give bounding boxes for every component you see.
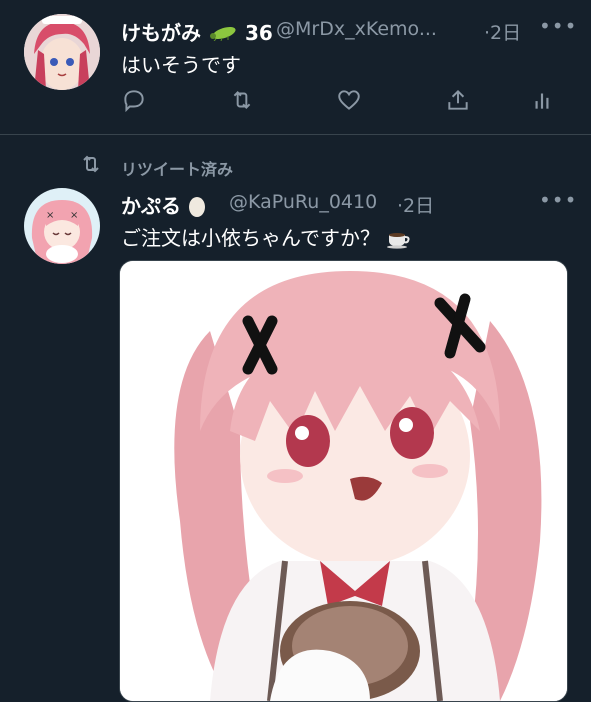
timestamp[interactable]: ·2日: [397, 191, 434, 218]
svg-text:×: ×: [70, 210, 78, 221]
share-icon[interactable]: [443, 85, 473, 115]
more-icon[interactable]: •••: [539, 14, 577, 38]
display-name[interactable]: けもがみ 36: [121, 17, 273, 46]
display-name[interactable]: かぷる: [121, 190, 206, 219]
handle[interactable]: @KaPuRu_0410: [229, 191, 377, 213]
timestamp[interactable]: ·2日: [484, 18, 521, 45]
retweet-icon[interactable]: [227, 85, 257, 115]
svg-text:×: ×: [46, 210, 54, 221]
avatar[interactable]: [24, 14, 100, 90]
avatar[interactable]: × ×: [24, 188, 100, 264]
handle[interactable]: @MrDx_xKemo...: [276, 18, 437, 40]
tweet-media-image[interactable]: [119, 260, 568, 702]
more-icon[interactable]: •••: [539, 188, 577, 212]
tweet-text: ご注文は小依ちゃんですか？: [121, 222, 412, 251]
reply-icon[interactable]: [119, 85, 149, 115]
tweet-text: はいそうです: [121, 53, 241, 77]
egg-emoji-icon: [188, 194, 206, 218]
coffee-emoji-icon: [386, 227, 412, 249]
divider: [0, 134, 591, 135]
retweet-small-icon: [78, 152, 104, 180]
analytics-icon[interactable]: [527, 85, 557, 115]
retweet-label: リツイート済み: [121, 160, 234, 179]
retweet-indicator[interactable]: リツイート済み: [0, 150, 591, 180]
heart-icon[interactable]: [334, 85, 364, 115]
tweet-kemogami[interactable]: けもがみ 36 @MrDx_xKemo... ·2日 ••• はいそうです: [0, 0, 591, 135]
bug-emoji-icon: [208, 22, 238, 42]
